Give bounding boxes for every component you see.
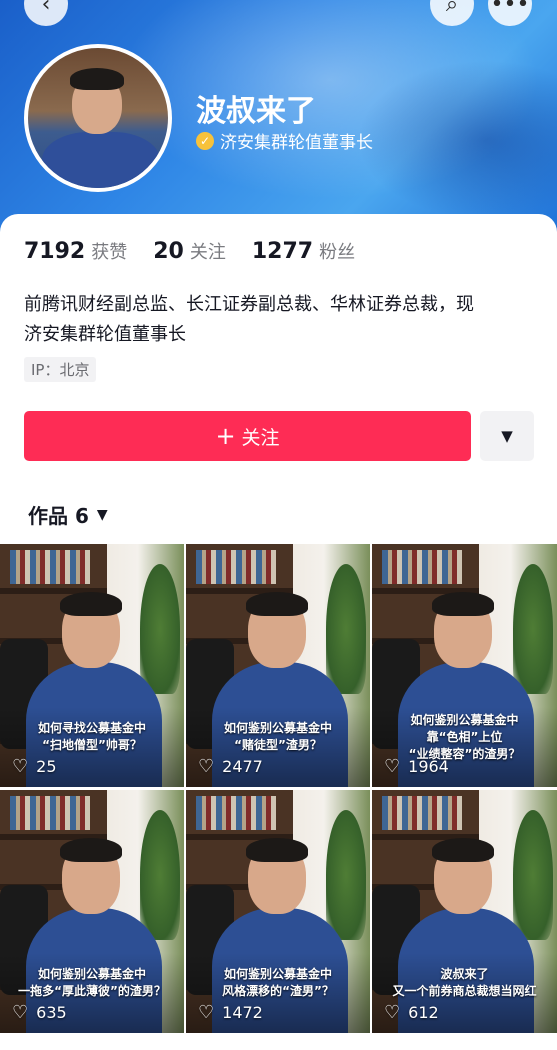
heart-icon: ♡ — [384, 1002, 401, 1023]
stat-label: 获赞 — [91, 242, 128, 263]
video-caption: 如何鉴别公募基金中 风格漂移的“渣男”？ — [222, 967, 334, 998]
video-thumbnail[interactable]: 如何寻找公募基金中 “扫地僧型”帅哥？ ♡ 25 — [0, 544, 184, 787]
stat-following[interactable]: 20 关注 — [153, 238, 226, 264]
caret-down-icon: ▼ — [96, 506, 108, 523]
video-thumbnail[interactable]: 波叔来了 又一个前券商总裁想当网红 ♡ 612 — [372, 790, 557, 1033]
search-button[interactable]: ⌕ — [430, 0, 474, 26]
bio-text: 前腾讯财经副总监、长江证券副总裁、华林证券总裁，现 济安集群轮值董事长 — [24, 290, 539, 350]
video-caption: 如何鉴别公募基金中 “赌徒型”渣男？ — [223, 721, 332, 752]
stat-label: 粉丝 — [319, 242, 356, 263]
avatar[interactable] — [24, 44, 172, 192]
video-caption: 如何鉴别公募基金中 一拖多“厚此薄彼”的渣男？ — [18, 967, 166, 998]
like-count: ♡ 1964 — [384, 756, 449, 777]
tab-works[interactable]: 作品 6 ▼ — [28, 500, 108, 529]
stat-value: 1277 — [251, 239, 314, 264]
heart-icon: ♡ — [384, 756, 401, 777]
video-thumbnail[interactable]: 如何鉴别公募基金中 “赌徒型”渣男？ ♡ 2477 — [186, 544, 370, 787]
profile-header: ‹ ⌕ ••• 波叔来了 ✓ 济安集群轮值董事长 — [0, 0, 557, 245]
bio-line: 前腾讯财经副总监、长江证券副总裁、华林证券总裁，现 — [24, 294, 474, 315]
search-icon: ⌕ — [445, 0, 459, 17]
stats-row: 7192 获赞 20 关注 1277 粉丝 — [24, 238, 355, 264]
stat-value: 20 — [153, 239, 184, 264]
plus-icon: + — [215, 422, 236, 450]
more-dots-icon: ••• — [490, 0, 530, 17]
ip-location-tag: IP：北京 — [24, 357, 97, 382]
verification-label: ✓ 济安集群轮值董事长 — [196, 128, 373, 153]
arrow-left-icon: ‹ — [41, 0, 51, 17]
video-caption: 如何寻找公募基金中 “扫地僧型”帅哥？ — [37, 721, 146, 752]
video-thumbnail[interactable]: 如何鉴别公募基金中 风格漂移的“渣男”？ ♡ 1472 — [186, 790, 370, 1033]
stat-label: 关注 — [189, 242, 226, 263]
bio-line: 济安集群轮值董事长 — [24, 324, 186, 345]
like-count: ♡ 2477 — [198, 756, 263, 777]
profile-card: 7192 获赞 20 关注 1277 粉丝 前腾讯财经副总监、长江证券副总裁、华… — [0, 214, 557, 1050]
like-count: ♡ 635 — [12, 1002, 67, 1023]
like-count: ♡ 25 — [12, 756, 57, 777]
more-options-button[interactable]: ▼ — [480, 411, 534, 461]
back-button[interactable]: ‹ — [24, 0, 68, 26]
verified-badge-icon: ✓ — [196, 131, 214, 150]
video-thumbnail[interactable]: 如何鉴别公募基金中 靠“色相”上位 “业绩整容”的渣男？ ♡ 1964 — [372, 544, 557, 787]
video-thumbnail[interactable]: 如何鉴别公募基金中 一拖多“厚此薄彼”的渣男？ ♡ 635 — [0, 790, 184, 1033]
profile-name: 波叔来了 — [196, 94, 316, 129]
like-count: ♡ 612 — [384, 1002, 439, 1023]
follow-label: 关注 — [241, 426, 280, 449]
heart-icon: ♡ — [12, 1002, 29, 1023]
stat-value: 7192 — [24, 239, 86, 264]
stat-followers[interactable]: 1277 粉丝 — [252, 238, 355, 264]
heart-icon: ♡ — [198, 756, 215, 777]
verification-text: 济安集群轮值董事长 — [220, 133, 373, 153]
follow-button[interactable]: + 关注 — [24, 411, 471, 461]
more-button[interactable]: ••• — [488, 0, 532, 26]
works-tab-label: 作品 6 — [28, 504, 89, 528]
stat-likes: 7192 获赞 — [24, 238, 127, 264]
caret-down-icon: ▼ — [501, 427, 513, 445]
heart-icon: ♡ — [12, 756, 29, 777]
heart-icon: ♡ — [198, 1002, 215, 1023]
like-count: ♡ 1472 — [198, 1002, 263, 1023]
video-caption: 波叔来了 又一个前券商总裁想当网红 — [392, 967, 537, 998]
video-grid: 如何寻找公募基金中 “扫地僧型”帅哥？ ♡ 25 如何鉴别公募基金中 “赌徒型”… — [0, 544, 557, 1033]
